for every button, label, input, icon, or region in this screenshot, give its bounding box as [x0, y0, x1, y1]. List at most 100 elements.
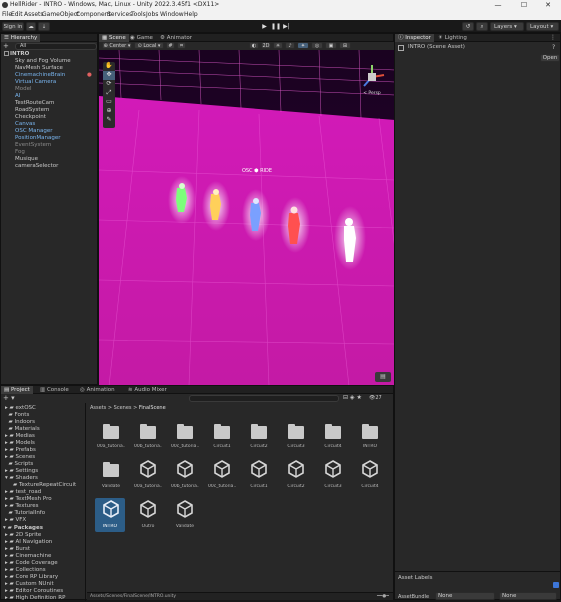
- layout-dropdown[interactable]: Layout ▾: [526, 22, 559, 31]
- collab-icon[interactable]: ⇣: [38, 22, 50, 31]
- folder-item[interactable]: ▰ TextureRepeatCircuit: [13, 482, 76, 489]
- scene-camera-overlay-icon[interactable]: ▤: [375, 372, 391, 382]
- hidden-objects-icon[interactable]: ◎: [311, 42, 323, 49]
- menu-help[interactable]: Help: [184, 10, 198, 20]
- close-button[interactable]: ✕: [538, 0, 558, 10]
- package-item[interactable]: ▸ ▰ Core RP Library: [5, 574, 58, 581]
- folder-icon[interactable]: [177, 424, 193, 439]
- minimize-button[interactable]: —: [488, 0, 508, 10]
- folder-icon[interactable]: [103, 462, 119, 477]
- rect-tool-icon[interactable]: ▭: [103, 98, 115, 107]
- asset-variant-dropdown[interactable]: None: [499, 592, 557, 600]
- menu-component[interactable]: Component: [76, 10, 111, 20]
- tab-inspector[interactable]: ⓘ Inspector: [395, 34, 434, 42]
- package-item[interactable]: ▸ ▰ Editor Coroutines: [5, 588, 63, 595]
- folder-item[interactable]: ▰ Scripts: [5, 461, 33, 468]
- gizmos-icon[interactable]: ⊞: [339, 42, 351, 49]
- custom-tool-icon[interactable]: ✎: [103, 116, 115, 125]
- tab-lighting[interactable]: ☀ Lighting: [435, 34, 470, 42]
- hierarchy-item[interactable]: RoadSystem: [15, 107, 49, 114]
- hierarchy-item[interactable]: Model: [15, 86, 32, 93]
- unity-scene-icon[interactable]: [251, 460, 267, 478]
- folder-item[interactable]: ▸ ▰ Models: [5, 440, 35, 447]
- play-button[interactable]: ▶: [260, 22, 269, 31]
- scale-tool-icon[interactable]: ⤢: [103, 89, 115, 98]
- package-item[interactable]: ▸ ▰ 2D Sprite: [5, 532, 41, 539]
- open-button[interactable]: Open: [540, 54, 560, 62]
- grid-icon[interactable]: #: [166, 42, 175, 49]
- breadcrumb-finalscene[interactable]: FinalScene: [139, 405, 166, 411]
- unity-scene-icon[interactable]: [140, 460, 156, 478]
- folder-icon[interactable]: [325, 424, 341, 439]
- folder-item[interactable]: ▾ ▰ Shaders: [5, 475, 38, 482]
- tab-game[interactable]: ◉ Game: [127, 34, 156, 42]
- orientation-gizmo[interactable]: < Persp: [357, 62, 387, 96]
- unity-scene-icon[interactable]: [214, 460, 230, 478]
- tab-project[interactable]: ▤ Project: [1, 386, 33, 394]
- layers-dropdown[interactable]: Layers ▾: [490, 22, 524, 31]
- hierarchy-item[interactable]: AI: [15, 93, 20, 100]
- folder-icon[interactable]: [288, 424, 304, 439]
- project-search-input[interactable]: [189, 395, 339, 402]
- sign-in-button[interactable]: Sign in: [2, 22, 24, 31]
- hierarchy-item[interactable]: TestRouteCam: [15, 100, 54, 107]
- scene-viewport[interactable]: OSC ⬢ RIDE ✋ ✥ ⟳ ⤢ ▭ ⊕ ✎ < Persp ▤: [99, 50, 395, 386]
- unity-scene-icon[interactable]: [177, 460, 193, 478]
- zoom-slider[interactable]: ━━●━: [377, 593, 389, 600]
- filter-icon[interactable]: ⊟ ◈ ★: [343, 394, 362, 401]
- snap-icon[interactable]: ⌗: [177, 42, 186, 49]
- folder-icon[interactable]: [103, 424, 119, 439]
- folder-item[interactable]: ▸ ▰ Settings: [5, 468, 38, 475]
- move-tool-icon[interactable]: ✥: [103, 71, 115, 80]
- hierarchy-item[interactable]: Virtual Camera: [15, 79, 56, 86]
- menu-gameobject[interactable]: GameObject: [42, 10, 79, 20]
- audio-icon[interactable]: ♪: [285, 42, 295, 49]
- maximize-button[interactable]: ☐: [514, 0, 534, 10]
- asset-bundle-dropdown[interactable]: None: [435, 592, 495, 600]
- 2d-toggle[interactable]: 2D: [261, 42, 271, 49]
- create-icon[interactable]: + ▾: [3, 394, 15, 402]
- package-item[interactable]: ▸ ▰ Cinemachine: [5, 553, 51, 560]
- unity-scene-icon[interactable]: [177, 500, 193, 518]
- hierarchy-item[interactable]: OSC Manager: [15, 128, 53, 135]
- add-icon[interactable]: +: [3, 43, 13, 50]
- folder-icon[interactable]: [251, 424, 267, 439]
- hierarchy-item[interactable]: Fog: [15, 149, 25, 156]
- menu-jobs[interactable]: Jobs: [146, 10, 158, 20]
- unity-scene-icon[interactable]: [288, 460, 304, 478]
- folder-item[interactable]: ▰ Indoors: [5, 419, 34, 426]
- hierarchy-search-input[interactable]: All: [15, 43, 97, 50]
- pause-button[interactable]: ❚❚: [271, 22, 281, 31]
- package-item[interactable]: ▸ ▰ Collections: [5, 567, 46, 574]
- folder-item[interactable]: ▸ ▰ VFX: [5, 517, 26, 524]
- hierarchy-item[interactable]: cameraSelector: [15, 163, 58, 170]
- more-options-icon[interactable]: ⋮: [550, 34, 556, 41]
- label-tag-icon[interactable]: [553, 582, 559, 588]
- hierarchy-item[interactable]: Musique: [15, 156, 38, 163]
- cloud-icon[interactable]: ☁: [26, 22, 36, 31]
- hierarchy-item[interactable]: EventSystem: [15, 142, 51, 149]
- menu-assets[interactable]: Assets: [24, 10, 44, 20]
- folder-icon[interactable]: [362, 424, 378, 439]
- transform-tool-icon[interactable]: ⊕: [103, 107, 115, 116]
- menu-tools[interactable]: Tools: [131, 10, 146, 20]
- camera-icon[interactable]: ▣: [325, 42, 337, 49]
- tab-animator[interactable]: ⚙ Animator: [157, 34, 195, 42]
- folder-icon[interactable]: [214, 424, 230, 439]
- folder-item[interactable]: ▸ ▰ Prefabs: [5, 447, 36, 454]
- tab-animation[interactable]: ◎ Animation: [77, 386, 118, 394]
- package-item[interactable]: ▸ ▰ High Definition RP: [5, 595, 65, 602]
- tab-scene[interactable]: ▦ Scene: [99, 34, 129, 42]
- package-item[interactable]: ▸ ▰ Burst: [5, 546, 30, 553]
- packages-root[interactable]: ▾ ▰ Packages: [3, 525, 43, 532]
- hierarchy-item[interactable]: Canvas: [15, 121, 35, 128]
- folder-item[interactable]: ▸ ▰ Textures: [5, 503, 39, 510]
- scene-item-intro[interactable]: INTRO: [4, 51, 99, 58]
- folder-item[interactable]: ▰ Materials: [5, 426, 39, 433]
- tab-hierarchy[interactable]: ☰ Hierarchy: [1, 34, 41, 42]
- breadcrumb-assets[interactable]: Assets: [90, 405, 106, 411]
- hand-tool-icon[interactable]: ✋: [103, 62, 115, 71]
- effects-icon[interactable]: ✦: [297, 42, 309, 49]
- step-button[interactable]: ▶|: [282, 22, 291, 31]
- package-item[interactable]: ▸ ▰ Custom NUnit: [5, 581, 54, 588]
